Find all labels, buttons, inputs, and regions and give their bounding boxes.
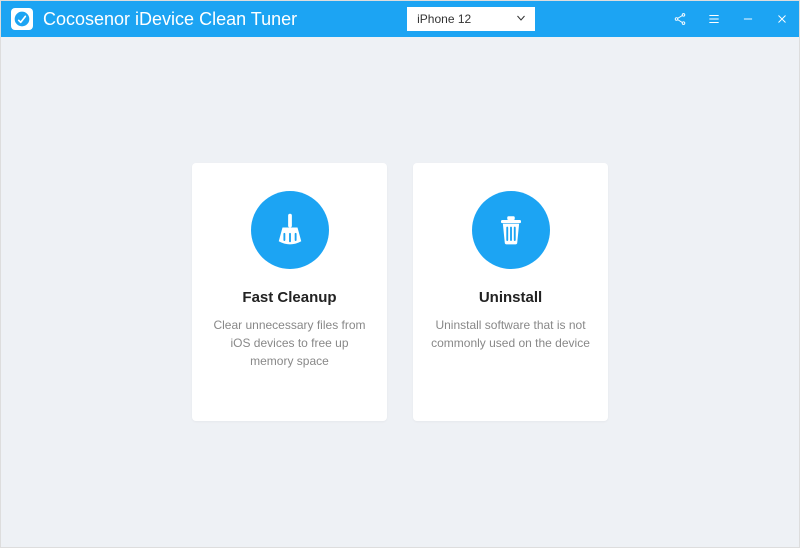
titlebar: Cocosenor iDevice Clean Tuner iPhone 12: [1, 1, 799, 37]
minimize-button[interactable]: [731, 1, 765, 37]
device-select[interactable]: iPhone 12: [407, 7, 535, 31]
broom-icon: [251, 191, 329, 269]
fast-cleanup-card[interactable]: Fast Cleanup Clear unnecessary files fro…: [192, 163, 387, 421]
trash-icon: [472, 191, 550, 269]
app-title: Cocosenor iDevice Clean Tuner: [43, 9, 297, 30]
share-button[interactable]: [663, 1, 697, 37]
device-select-value: iPhone 12: [417, 12, 471, 26]
main-content: Fast Cleanup Clear unnecessary files fro…: [1, 37, 799, 547]
close-button[interactable]: [765, 1, 799, 37]
window-controls: [663, 1, 799, 37]
uninstall-title: Uninstall: [429, 289, 592, 306]
fast-cleanup-desc: Clear unnecessary files from iOS devices…: [208, 316, 371, 370]
fast-cleanup-title: Fast Cleanup: [208, 289, 371, 306]
app-logo-icon: [11, 8, 33, 30]
uninstall-desc: Uninstall software that is not commonly …: [429, 316, 592, 352]
menu-button[interactable]: [697, 1, 731, 37]
uninstall-card[interactable]: Uninstall Uninstall software that is not…: [413, 163, 608, 421]
chevron-down-icon: [515, 12, 527, 27]
